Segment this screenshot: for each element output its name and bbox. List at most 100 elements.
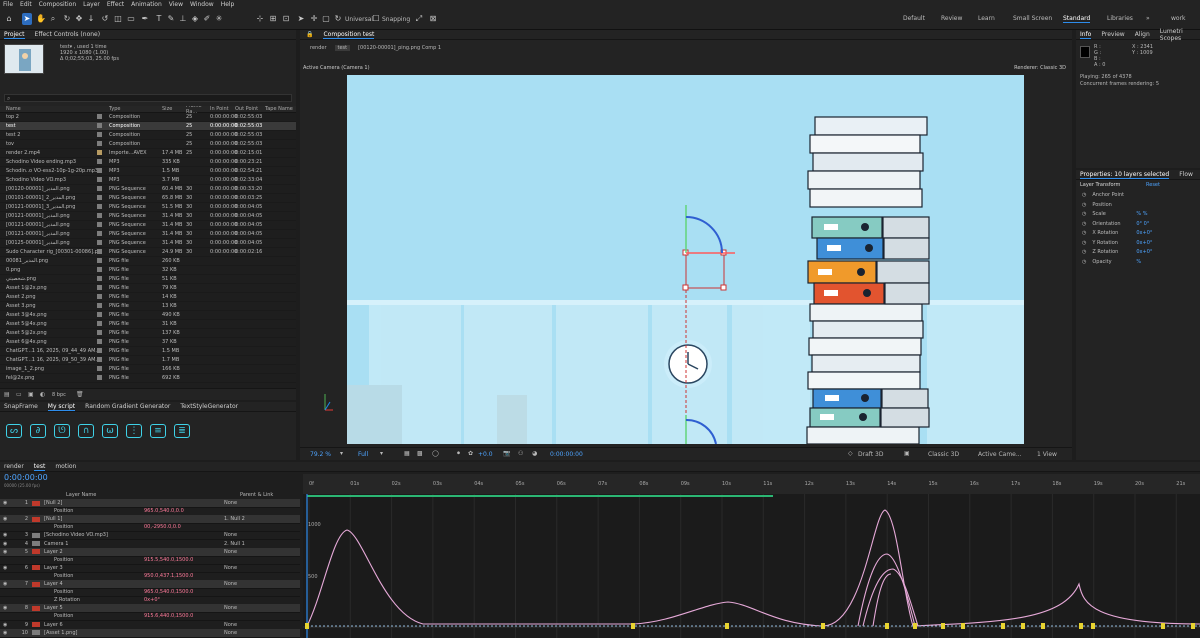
stopwatch-icon[interactable]: ◷	[1082, 192, 1086, 198]
universal-label[interactable]: Universal	[345, 16, 373, 23]
row-label[interactable]	[97, 194, 109, 202]
row-label[interactable]	[97, 176, 109, 184]
rotate-tool-icon[interactable]: ↺	[100, 13, 110, 25]
universal-arrow-icon[interactable]: ➤	[296, 13, 306, 25]
parent-dropdown[interactable]: None	[224, 630, 268, 636]
workspace-learn[interactable]: Learn	[978, 15, 995, 22]
project-row[interactable]: [00121-00001]_المدير.png PNG Sequence 31.4…	[0, 230, 296, 239]
script-button-4[interactable]: ∩	[78, 424, 94, 438]
eraser-tool-icon[interactable]: ◈	[190, 13, 200, 25]
keyframe[interactable]	[305, 623, 309, 629]
delete-icon[interactable]: 🗑	[76, 391, 84, 398]
visibility-eye-icon[interactable]: ◉	[0, 630, 10, 636]
keyframe[interactable]	[821, 623, 825, 629]
tab-random-gradient-generator[interactable]: Random Gradient Generator	[85, 403, 170, 410]
stopwatch-icon[interactable]: ◷	[1082, 221, 1086, 227]
property-value[interactable]: 0x+0°	[1136, 249, 1152, 255]
visibility-eye-icon[interactable]: ◉	[0, 516, 10, 522]
tab-render[interactable]: render	[4, 463, 24, 470]
row-label[interactable]	[97, 329, 109, 337]
property-y-rotation[interactable]: ◷ Y Rotation 0x+0°	[1082, 240, 1152, 246]
chevron-down-icon[interactable]: ▾	[380, 450, 383, 457]
viewer-timecode[interactable]: 0:00:00:00	[550, 451, 583, 458]
workspace-default[interactable]: Default	[903, 15, 925, 22]
tab-my-script[interactable]: My script	[47, 403, 76, 411]
pen-tool-icon[interactable]: ✒	[140, 13, 150, 25]
row-label[interactable]	[97, 347, 109, 355]
workspace-small-screen[interactable]: Small Screen	[1013, 15, 1052, 22]
snapping-checkbox-icon[interactable]: ☐	[371, 13, 381, 25]
mask-icon[interactable]: ◯	[432, 450, 439, 457]
exposure-value[interactable]: +0.0	[478, 451, 493, 458]
layer-color-swatch[interactable]	[32, 525, 40, 530]
visibility-eye-icon[interactable]: ◉	[0, 581, 10, 587]
clone-stamp-icon[interactable]: ⊥	[178, 13, 188, 25]
property-value[interactable]: 0x+0°	[1136, 240, 1152, 246]
row-label[interactable]	[97, 221, 109, 229]
property-opacity[interactable]: ◷ Opacity%	[1082, 259, 1141, 265]
layer-value[interactable]: 915.6,440.0,1500.0	[144, 613, 224, 619]
camera-dropdown[interactable]: Active Came...	[978, 451, 1022, 458]
row-label[interactable]	[97, 365, 109, 373]
pan-behind-tool-icon[interactable]: ◫	[113, 13, 123, 25]
timeline-timecode[interactable]: 0:00:00:00	[4, 473, 48, 482]
axis-mode-local-icon[interactable]: ⊹	[255, 13, 265, 25]
project-row[interactable]: [00101-00001]_المدير_2.png PNG Sequence 65…	[0, 194, 296, 203]
project-row[interactable]: Asset 5@2x.png PNG file 137 KB	[0, 329, 296, 338]
column-header[interactable]: Type	[109, 106, 162, 112]
row-label[interactable]	[97, 248, 109, 256]
visibility-eye-icon[interactable]: ◉	[0, 549, 10, 555]
project-row[interactable]: Asset 2.png PNG file 14 KB	[0, 293, 296, 302]
project-row[interactable]: image_1_2.png PNG file 166 KB	[0, 365, 296, 374]
menu-composition[interactable]: Composition	[39, 1, 76, 8]
animation-curve[interactable]	[872, 573, 892, 627]
chevron-down-icon[interactable]: ▾	[340, 450, 343, 457]
project-row[interactable]: [00121-00001]_المدير.png PNG Sequence 31.4…	[0, 212, 296, 221]
layer-value[interactable]: 950.0,437.1,1500.0	[144, 573, 224, 579]
project-row[interactable]: Schodin..o VO-ess2-10p-1g-20p.mp3 MP3 1.5 …	[0, 167, 296, 176]
script-button-5[interactable]: ω	[102, 424, 118, 438]
project-row[interactable]: test Composition 25 0:00:00:00 0:02:55:03	[0, 122, 296, 131]
menu-effect[interactable]: Effect	[107, 1, 124, 8]
row-label[interactable]	[97, 167, 109, 175]
hand-tool-icon[interactable]: ✋	[36, 13, 46, 25]
workspace-item[interactable]: »	[1146, 15, 1150, 22]
project-row[interactable]: Asset 3@4x.png PNG file 490 KB	[0, 311, 296, 320]
property-value[interactable]: %	[1136, 259, 1141, 265]
project-row[interactable]: 00081_المدير.png PNG file 260 KB	[0, 257, 296, 266]
animation-curve[interactable]	[306, 529, 633, 627]
property-x-rotation[interactable]: ◷ X Rotation 0x+0°	[1082, 230, 1152, 236]
adjust-icon[interactable]: ◐	[40, 391, 45, 398]
column-header[interactable]: Tape Name	[265, 106, 296, 112]
orbit-tool-icon[interactable]: ↻	[62, 13, 72, 25]
row-label[interactable]	[97, 302, 109, 310]
snap-edge-icon[interactable]: ⊠	[428, 13, 438, 25]
layer-row[interactable]: ◉ 10 [Asset 1.png] None	[0, 628, 300, 638]
row-label[interactable]	[97, 212, 109, 220]
breadcrumb-item[interactable]: [00120-00001]_ping.png Comp 1	[358, 45, 441, 51]
menu-file[interactable]: File	[3, 1, 13, 8]
puppet-tool-icon[interactable]: ✳	[214, 13, 224, 25]
project-row[interactable]: tov Composition 25 0:00:00:00 0:02:55:03	[0, 140, 296, 149]
stopwatch-icon[interactable]: ◷	[1082, 230, 1086, 236]
keyframe[interactable]	[1041, 623, 1045, 629]
project-row[interactable]: ChatGPT...1 16, 2025, 09_44_49 AM.png PNG…	[0, 347, 296, 356]
script-button-8[interactable]: ≣	[174, 424, 190, 438]
tab-textstylegenerator[interactable]: TextStyleGenerator	[180, 403, 238, 410]
menu-window[interactable]: Window	[190, 1, 214, 8]
extended-viewer-icon[interactable]: ▣	[904, 450, 910, 457]
project-row[interactable]: [00121-00001]_المدير_3.png PNG Sequence 51…	[0, 203, 296, 212]
property-scale[interactable]: ◷ Scale % %	[1082, 211, 1147, 217]
tab-lumetri-scopes[interactable]: Lumetri Scopes	[1160, 28, 1200, 42]
layer-color-swatch[interactable]	[32, 590, 40, 595]
lock-icon[interactable]: 🔒	[306, 31, 313, 38]
brush-tool-icon[interactable]: ✎	[166, 13, 176, 25]
keyframe[interactable]	[1091, 623, 1095, 629]
row-label[interactable]	[97, 374, 109, 382]
color-icon[interactable]: ◕	[532, 450, 537, 457]
project-row[interactable]: [00125-00001]_المدير.png PNG Sequence 31.4…	[0, 239, 296, 248]
tab-preview[interactable]: Preview	[1101, 31, 1124, 38]
layer-color-swatch[interactable]	[32, 630, 40, 636]
script-button-3[interactable]: ᘎ	[54, 424, 70, 438]
layer-color-swatch[interactable]	[32, 500, 40, 506]
